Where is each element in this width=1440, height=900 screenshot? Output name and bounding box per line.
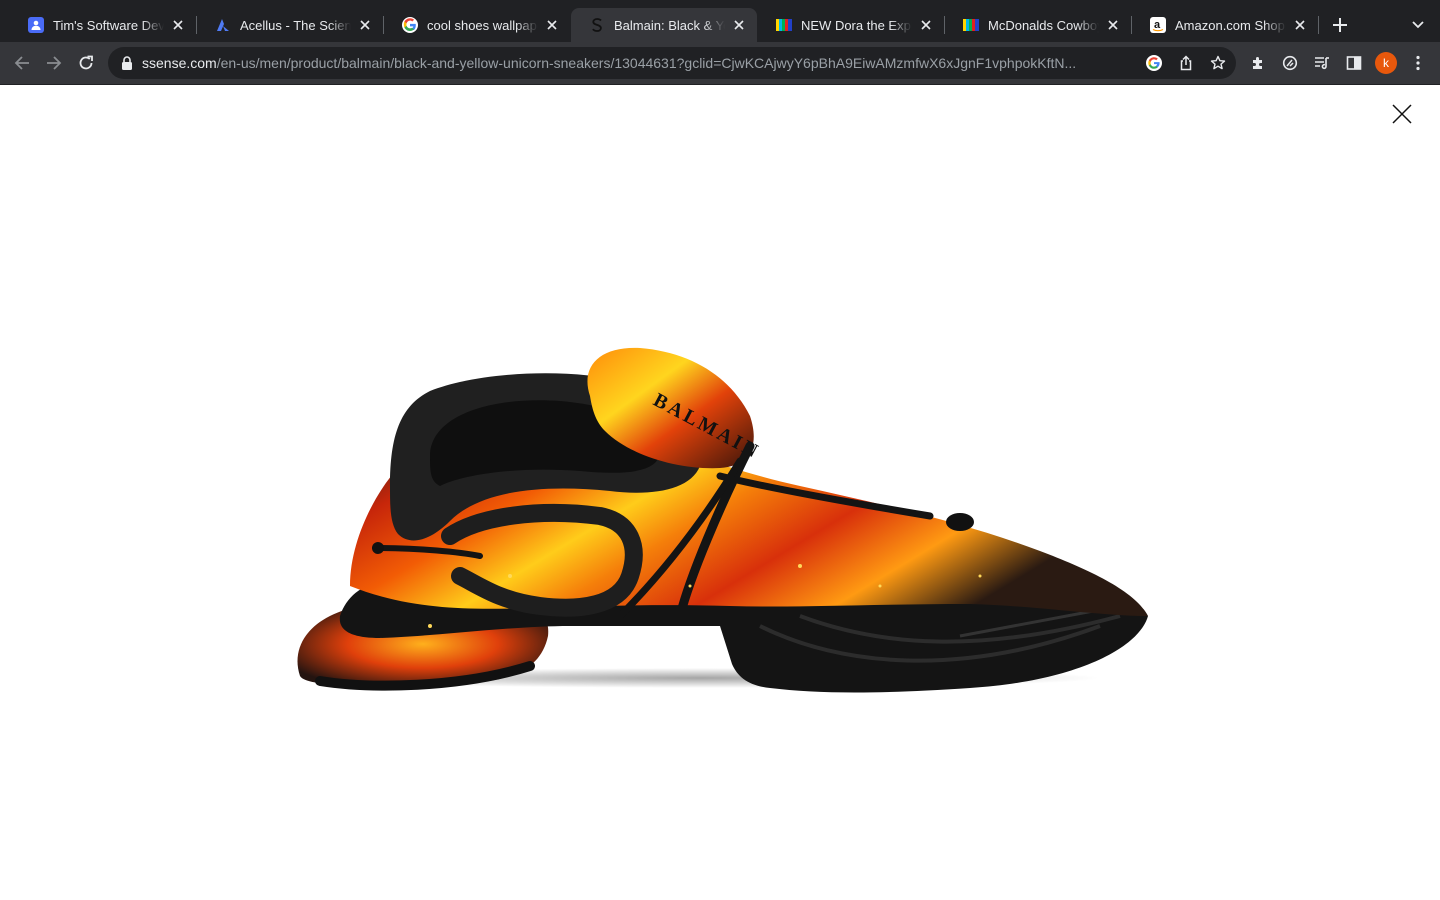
tab-1[interactable]: Acellus - The Science [197,8,383,42]
tab-title: Tim's Software Devel [53,17,164,33]
close-icon[interactable] [1105,17,1121,33]
product-image-sneaker: BALMAIN [297,347,1149,693]
forward-button[interactable] [40,49,68,77]
close-icon [1392,104,1412,124]
tv-bars-icon [776,17,792,33]
address-bar[interactable]: ssense.com/en-us/men/product/balmain/bla… [108,47,1236,79]
lace-toggle [946,513,974,531]
bookmark-star-icon[interactable] [1208,53,1228,73]
reload-button[interactable] [72,49,100,77]
reload-icon [79,55,93,70]
close-icon[interactable] [731,17,747,33]
close-icon[interactable] [357,17,373,33]
google-lens-icon[interactable] [1144,53,1164,73]
extensions-button[interactable] [1244,49,1272,77]
tab-4[interactable]: NEW Dora the Explor [758,8,944,42]
ssense-icon [589,17,605,33]
tab-title: Balmain: Black & Yell [614,17,725,33]
side-panel-button[interactable] [1340,49,1368,77]
tab-5[interactable]: McDonalds Cowboy I [945,8,1131,42]
plus-icon [1333,18,1347,32]
browser-menu-button[interactable] [1404,49,1432,77]
tab-0[interactable]: Tim's Software Devel [10,8,196,42]
product-image-viewer: BALMAIN [0,86,1440,900]
svg-text:a: a [1154,19,1161,31]
lock-icon[interactable] [120,55,134,71]
close-viewer-button[interactable] [1388,100,1416,128]
tv-bars-icon [963,17,979,33]
tab-title: cool shoes wallpaper [427,17,538,33]
arrow-right-icon [47,56,62,70]
arrow-left-icon [14,56,29,70]
close-icon[interactable] [918,17,934,33]
google-meet-icon [28,17,44,33]
side-panel-icon [1346,56,1362,70]
extension-action-button[interactable] [1276,49,1304,77]
browser-toolbar: ssense.com/en-us/men/product/balmain/bla… [0,42,1440,85]
back-button[interactable] [8,49,36,77]
url-host: ssense.com [142,55,217,71]
tab-2[interactable]: cool shoes wallpaper [384,8,570,42]
media-controls-button[interactable] [1308,49,1336,77]
acellus-icon [215,17,231,33]
puzzle-icon [1253,57,1262,69]
tab-separator [1318,16,1319,34]
extension-ring-icon [1282,55,1298,71]
url-text[interactable]: ssense.com/en-us/men/product/balmain/bla… [142,55,1102,73]
chevron-down-icon [1412,21,1424,29]
share-icon[interactable] [1176,53,1196,73]
profile-avatar[interactable]: k [1375,52,1397,74]
tab-6[interactable]: a Amazon.com Shoppi [1132,8,1318,42]
tab-title: McDonalds Cowboy I [988,17,1099,33]
google-icon [402,17,418,33]
close-icon[interactable] [170,17,186,33]
tab-title: NEW Dora the Explor [801,17,912,33]
new-tab-button[interactable] [1328,13,1352,37]
amazon-icon: a [1150,17,1166,33]
tab-strip: Tim's Software Devel Acellus - The Scien… [0,0,1440,42]
tab-title: Acellus - The Science [240,17,351,33]
tab-search-button[interactable] [1406,13,1430,37]
tab-title: Amazon.com Shoppi [1175,17,1286,33]
close-icon[interactable] [1292,17,1308,33]
more-vertical-icon [1416,55,1420,71]
close-icon[interactable] [544,17,560,33]
url-path: /en-us/men/product/balmain/black-and-yel… [216,55,1077,71]
tab-3-active[interactable]: Balmain: Black & Yell [571,8,757,42]
playlist-icon [1315,57,1329,70]
